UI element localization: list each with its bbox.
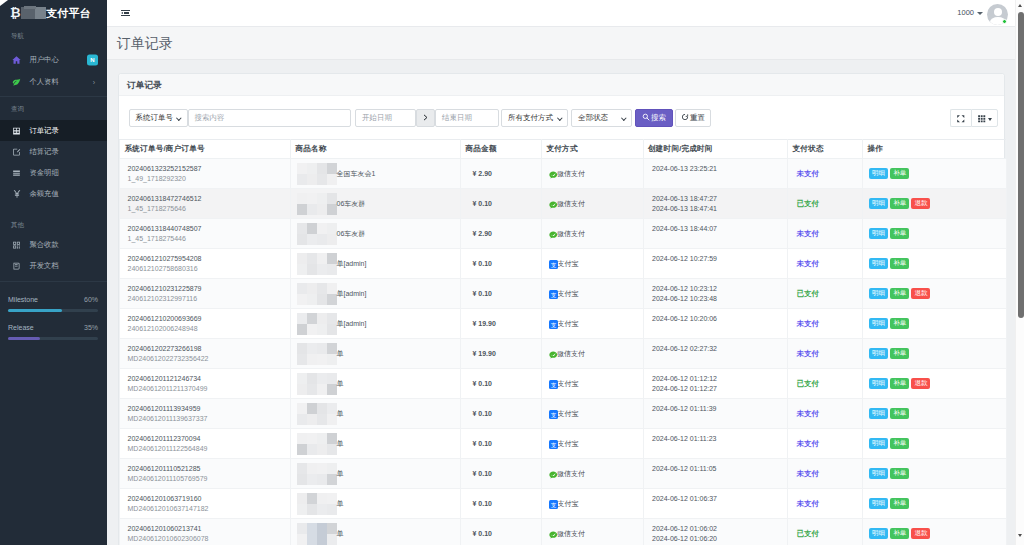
svg-text:支: 支 [550,291,556,298]
svg-text:支: 支 [550,411,556,418]
svg-text:支: 支 [550,381,556,388]
svg-text:支: 支 [550,501,556,508]
svg-text:支: 支 [550,261,556,268]
svg-text:支: 支 [550,441,556,448]
svg-text:支: 支 [550,321,556,328]
